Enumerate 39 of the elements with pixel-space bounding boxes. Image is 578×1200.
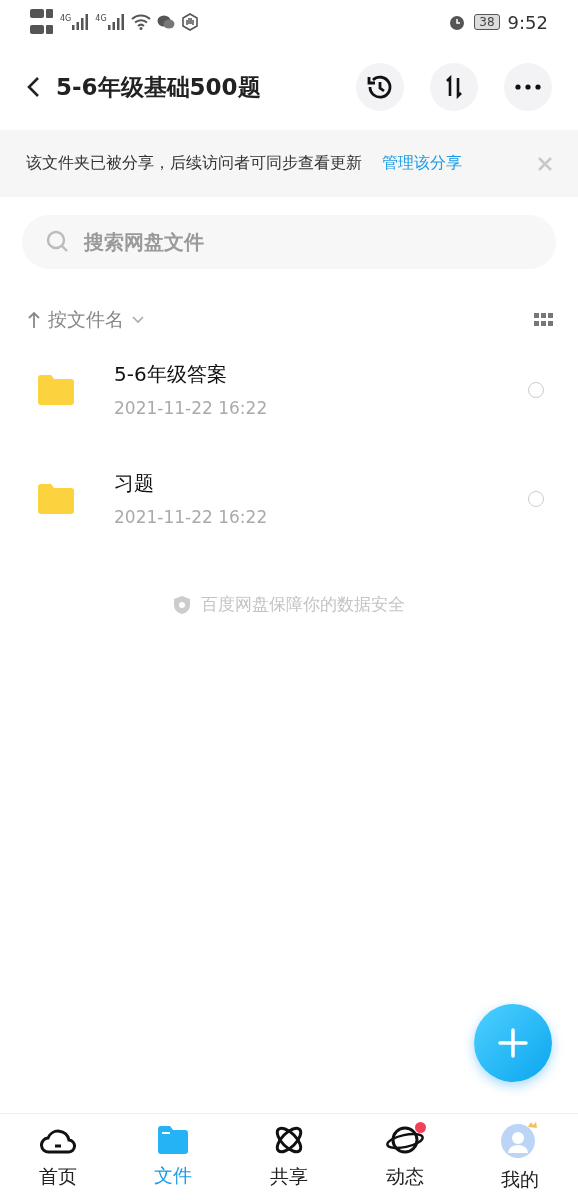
signal-icon [71, 14, 90, 30]
folder-title: 5-6年级基础500题 [56, 72, 262, 102]
sort-button[interactable] [430, 63, 478, 111]
folder-icon [38, 483, 74, 514]
security-note: 百度网盘保障你的数据安全 [201, 593, 405, 616]
nav-tab[interactable]: 我的 [462, 1114, 578, 1200]
atom-icon [273, 1124, 305, 1156]
chat-icon [156, 14, 175, 30]
wifi-icon [130, 14, 151, 30]
nav-tab[interactable]: 首页 [0, 1114, 116, 1200]
nav-tab[interactable]: 动态 [346, 1114, 463, 1200]
folder-name[interactable]: 5-6年级答案 [114, 361, 488, 388]
history-button[interactable] [356, 63, 404, 111]
sim-icon [30, 7, 54, 37]
network-label: 4G [60, 14, 72, 23]
sort-label[interactable]: 按文件名 [48, 307, 124, 333]
share-message: 该文件夹已被分享，后续访问者可同步查看更新 [26, 153, 362, 174]
battery-level: 38 [474, 14, 500, 30]
grid-view-icon[interactable] [534, 313, 554, 327]
nav-tab[interactable]: 共享 [231, 1114, 347, 1200]
chevron-down-icon[interactable] [132, 316, 144, 324]
back-icon[interactable] [26, 76, 40, 98]
folder-icon [38, 374, 74, 405]
folder-icon [156, 1125, 191, 1155]
folder-name[interactable]: 习题 [114, 470, 488, 497]
signal-icon [106, 14, 125, 30]
more-icon [515, 84, 541, 90]
history-icon [366, 73, 394, 101]
plus-icon [497, 1027, 529, 1059]
arrow-up-icon [28, 311, 40, 329]
add-button[interactable] [474, 1004, 552, 1082]
modified-date: 2021-11-22 16:22 [114, 507, 269, 527]
shield-icon [173, 594, 191, 615]
network-label: 4G [95, 14, 107, 23]
search-icon [46, 230, 70, 254]
modified-date: 2021-11-22 16:22 [114, 398, 269, 418]
more-button[interactable] [504, 63, 552, 111]
planet-icon [384, 1124, 425, 1156]
clock-time: 9:52 [507, 11, 548, 33]
